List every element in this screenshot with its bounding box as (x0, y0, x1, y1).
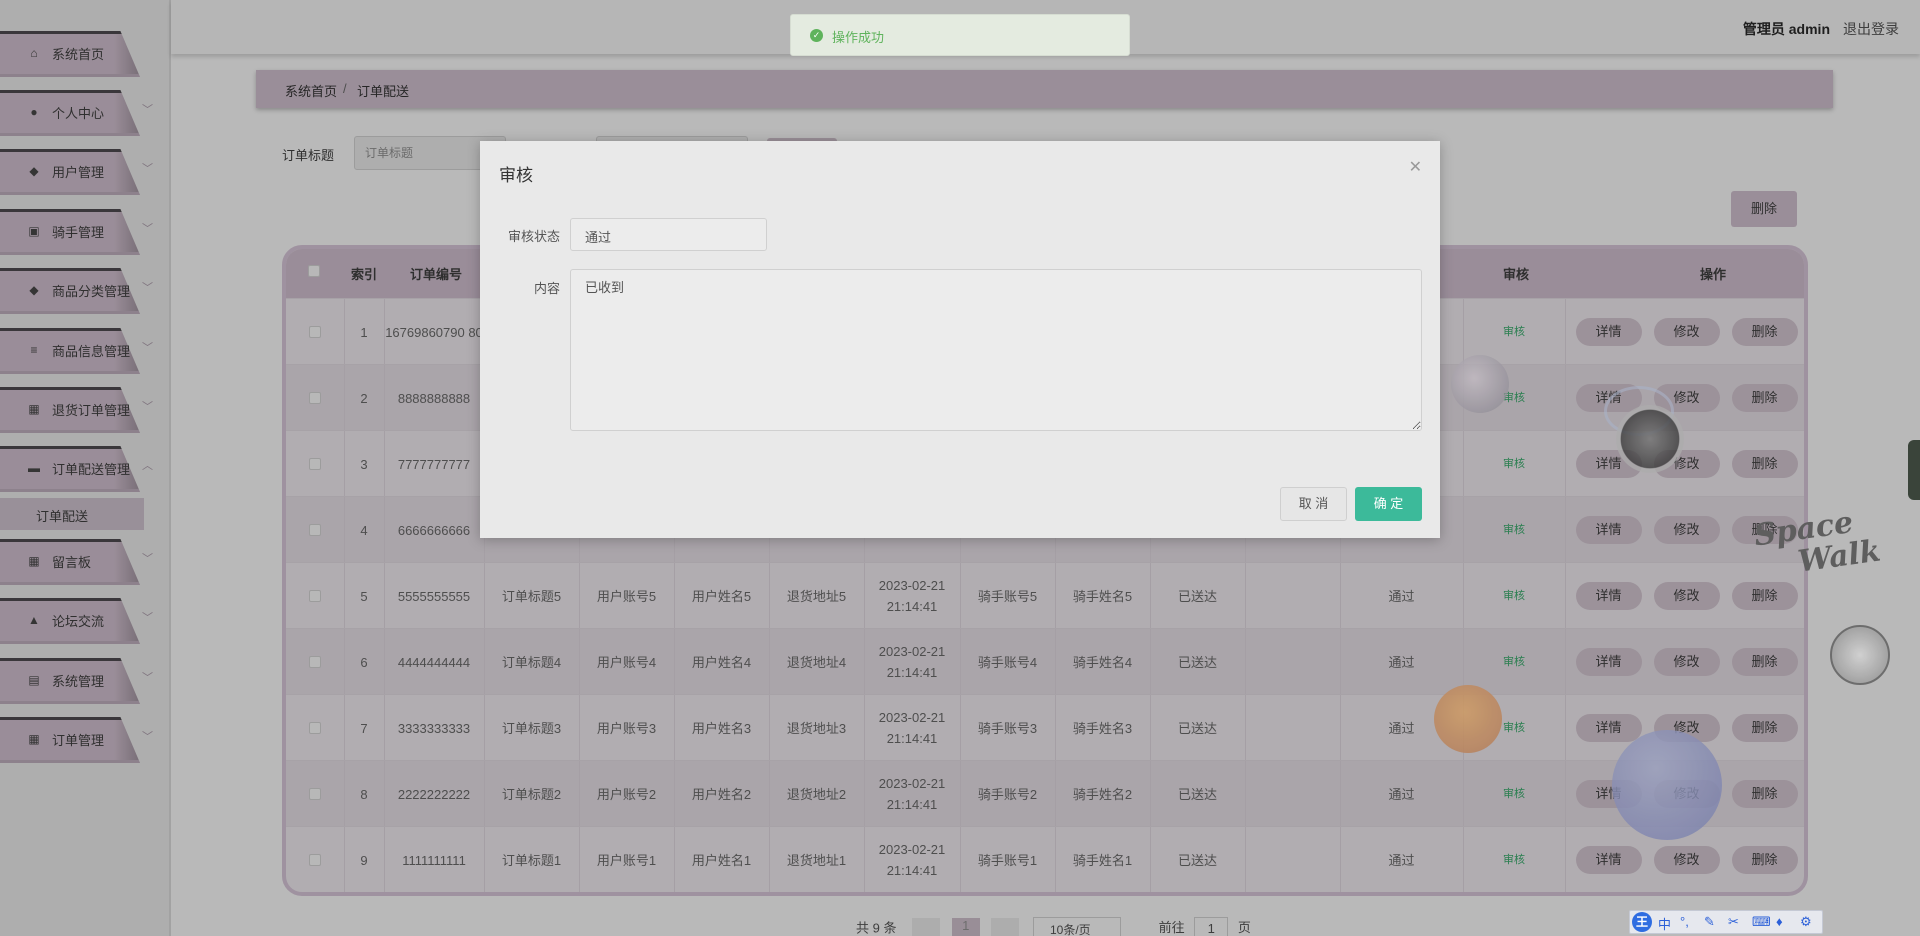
ime-toolbar[interactable]: 王 中 °, ✎ ✂ ⌨ ♦ ⚙ (1629, 910, 1823, 934)
audit-dialog: 审核 ✕ 审核状态 通过 ⌵ 内容 取 消 确 定 (480, 141, 1440, 538)
ime-mode[interactable]: 中 (1658, 914, 1671, 933)
close-icon[interactable]: ✕ (1409, 157, 1422, 177)
ime-settings-icon[interactable]: ⚙ (1800, 914, 1812, 930)
ime-pen-icon[interactable]: ✎ (1704, 914, 1715, 930)
toast-message: 操作成功 (832, 30, 885, 45)
dialog-title: 审核 (499, 166, 533, 185)
ime-keyboard-icon[interactable]: ⌨ (1752, 914, 1771, 930)
ime-scissors-icon[interactable]: ✂ (1728, 914, 1739, 930)
chevron-down-icon: ⌵ (585, 225, 595, 239)
check-circle-icon: ✓ (810, 29, 823, 42)
ime-skin-icon[interactable]: ♦ (1776, 914, 1783, 929)
ime-punctuation-icon[interactable]: °, (1680, 914, 1689, 929)
audit-status-label: 审核状态 (508, 229, 561, 244)
ime-logo-icon[interactable]: 王 (1632, 912, 1652, 932)
content-textarea[interactable] (570, 269, 1422, 431)
confirm-button[interactable]: 确 定 (1355, 487, 1422, 521)
cancel-button[interactable]: 取 消 (1280, 487, 1347, 521)
success-toast: ✓ 操作成功 (790, 14, 1130, 56)
content-label: 内容 (534, 281, 561, 296)
audit-status-select[interactable]: 通过 ⌵ (570, 218, 767, 251)
